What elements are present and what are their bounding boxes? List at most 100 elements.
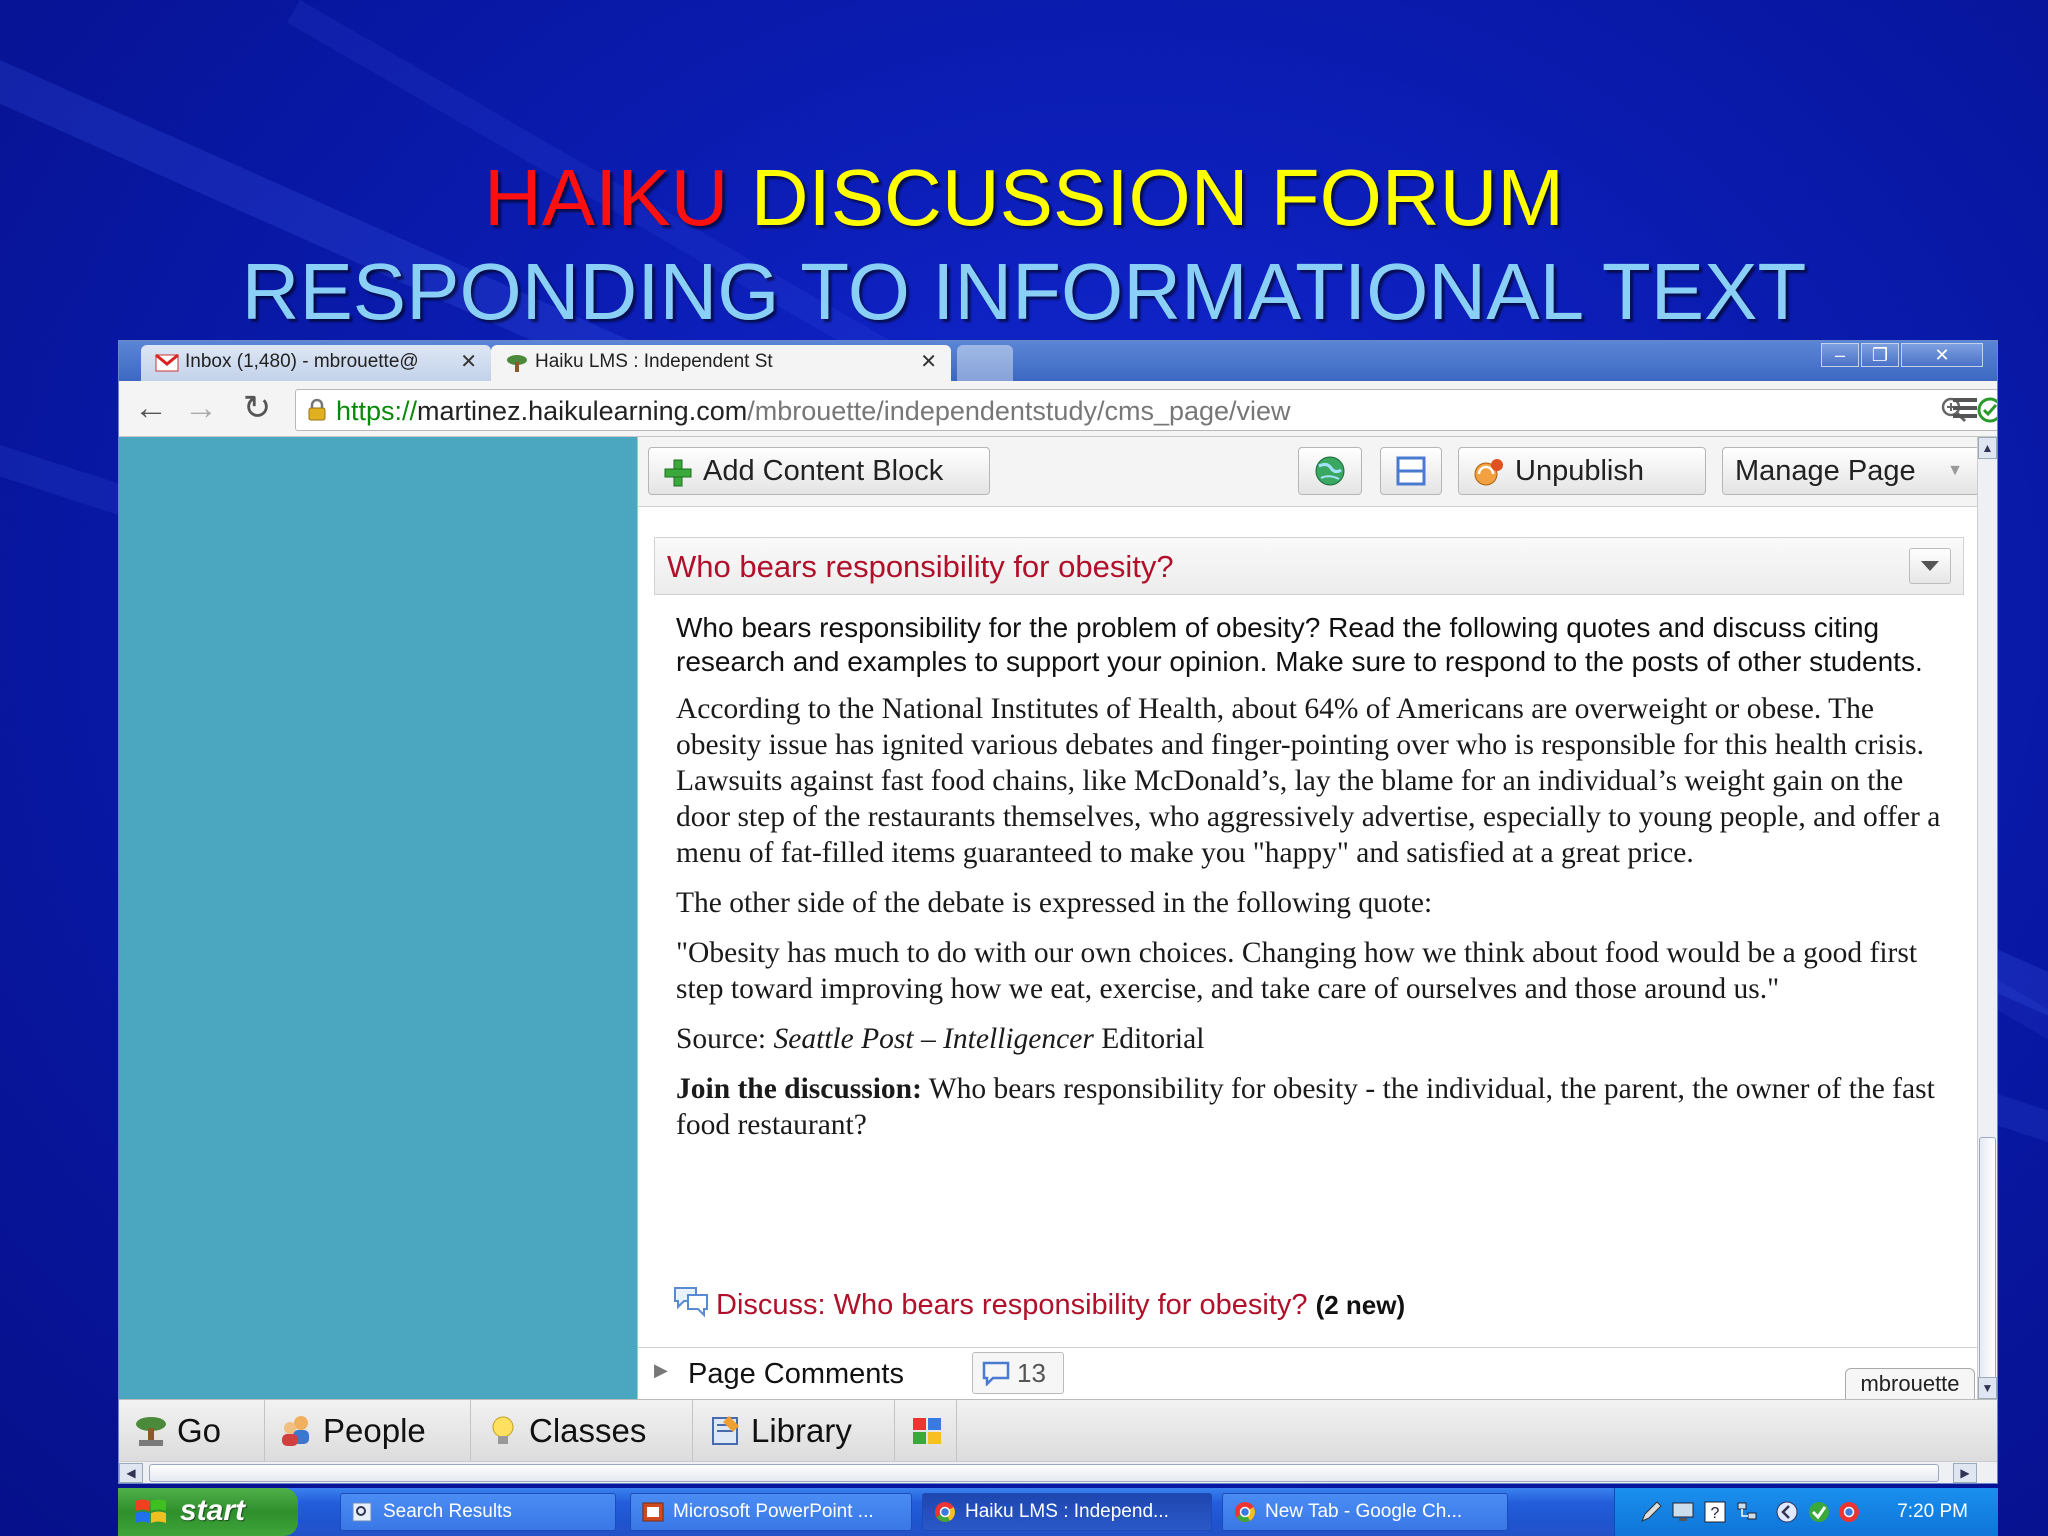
paragraph: According to the National Institutes of …: [676, 693, 1941, 869]
horizontal-scrollbar[interactable]: ◀ ▶: [119, 1461, 1997, 1483]
nav-classes[interactable]: Classes: [471, 1400, 693, 1462]
content-block-header: Who bears responsibility for obesity?: [654, 537, 1964, 595]
menu-icon[interactable]: [1951, 395, 1979, 421]
add-content-block-button[interactable]: Add Content Block: [648, 447, 990, 495]
close-icon[interactable]: ✕: [920, 345, 937, 379]
close-icon[interactable]: ✕: [460, 345, 477, 379]
new-count: (2 new): [1315, 1290, 1406, 1320]
library-book-icon: [712, 1416, 739, 1445]
nav-people[interactable]: People: [265, 1400, 471, 1462]
gmail-icon: [155, 353, 179, 372]
page-viewport: Add Content Block Unpublish Manage Page …: [119, 437, 1979, 1399]
block-title: Who bears responsibility for obesity?: [667, 549, 1174, 584]
chrome-icon: [935, 1502, 955, 1522]
tab-label: Haiku LMS : Independent St: [535, 351, 773, 372]
plus-icon: [664, 459, 692, 487]
user-badge[interactable]: mbrouette: [1845, 1368, 1975, 1399]
address-bar[interactable]: https://martinez.haikulearning.com/mbrou…: [295, 389, 1998, 431]
maximize-icon[interactable]: ❐: [1861, 343, 1899, 367]
discussion-link[interactable]: Discuss: Who bears responsibility for ob…: [674, 1287, 1406, 1323]
unpublish-button[interactable]: Unpublish: [1458, 447, 1706, 495]
taskbar-item-new-tab[interactable]: New Tab - Google Ch...: [1222, 1493, 1508, 1531]
scroll-left-icon[interactable]: ◀: [119, 1463, 143, 1483]
monitor-icon[interactable]: [1671, 1500, 1695, 1524]
tab-inbox[interactable]: Inbox (1,480) - mbrouette@ ✕: [141, 345, 491, 381]
join-discussion-text: Join the discussion: Who bears responsib…: [676, 1073, 1935, 1141]
globe-button[interactable]: [1298, 447, 1362, 495]
nav-library[interactable]: Library: [693, 1400, 895, 1462]
tab-strip: Inbox (1,480) - mbrouette@ ✕ Haiku LMS :…: [119, 341, 1997, 381]
clock: 7:20 PM: [1897, 1501, 1968, 1522]
page-comments-label[interactable]: Page Comments: [688, 1356, 904, 1392]
speech-bubbles-icon: [674, 1287, 708, 1318]
browser-window: Inbox (1,480) - mbrouette@ ✕ Haiku LMS :…: [118, 340, 1998, 1484]
windows-logo-icon: [136, 1499, 166, 1523]
layout-icon: [1396, 456, 1426, 486]
layout-button[interactable]: [1380, 447, 1442, 495]
app-status-icon[interactable]: [1807, 1500, 1831, 1524]
nav-go[interactable]: Go: [119, 1400, 265, 1462]
scroll-thumb[interactable]: [149, 1464, 1939, 1482]
bonsai-tree-icon: [136, 1417, 166, 1446]
windows-taskbar: start Search Results Microsoft PowerPoin…: [118, 1488, 1998, 1536]
chrome-tray-icon[interactable]: [1837, 1500, 1861, 1524]
reload-icon[interactable]: ↻: [237, 389, 277, 429]
manage-page-button[interactable]: Manage Page ▼: [1722, 447, 1979, 495]
taskbar-item-powerpoint[interactable]: Microsoft PowerPoint ...: [630, 1493, 912, 1531]
arrow-back-circle-icon[interactable]: [1775, 1500, 1799, 1524]
page-comments-bar: ▶ Page Comments 13 mbrouette: [638, 1347, 1979, 1399]
haiku-bottom-nav: Go People Classes Library: [119, 1399, 1997, 1462]
back-arrow-icon[interactable]: ←: [131, 389, 171, 429]
taskbar-item-haiku[interactable]: Haiku LMS : Independ...: [922, 1493, 1212, 1531]
svg-text:?: ?: [1711, 1505, 1720, 1522]
globe-icon: [1315, 456, 1345, 486]
comment-bubble-icon: [982, 1361, 1010, 1386]
url-text: https://martinez.haikulearning.com/mbrou…: [336, 396, 1291, 426]
intro-text: Who bears responsibility for the problem…: [676, 612, 1923, 677]
scroll-down-icon[interactable]: ▼: [1978, 1377, 1997, 1399]
scroll-thumb[interactable]: [1979, 1137, 1996, 1387]
title-discussion-forum: DISCUSSION FORUM: [750, 153, 1565, 242]
browser-toolbar: ← → ↻ https://martinez.haikulearning.com…: [119, 381, 1997, 437]
nav-google-apps[interactable]: [895, 1400, 957, 1462]
people-icon: [282, 1416, 309, 1446]
taskbar-item-search[interactable]: Search Results: [340, 1493, 616, 1531]
chevron-down-icon: [1921, 561, 1939, 571]
block-menu-button[interactable]: [1909, 548, 1951, 584]
main-content: Add Content Block Unpublish Manage Page …: [637, 437, 1979, 1399]
slide-title-line1: HAIKU DISCUSSION FORUM: [0, 152, 2048, 244]
page-toolbar: Add Content Block Unpublish Manage Page …: [638, 437, 1979, 507]
tab-label: Inbox (1,480) - mbrouette@: [185, 351, 419, 372]
close-window-icon[interactable]: ✕: [1901, 343, 1983, 367]
new-tab-button[interactable]: [957, 345, 1013, 381]
paragraph: The other side of the debate is expresse…: [676, 887, 1433, 919]
powerpoint-icon: [642, 1502, 664, 1522]
title-haiku: HAIKU: [483, 153, 729, 242]
lightbulb-icon: [492, 1416, 514, 1444]
tab-haiku-lms[interactable]: Haiku LMS : Independent St ✕: [491, 345, 951, 381]
scroll-up-icon[interactable]: ▲: [1978, 437, 1997, 459]
expand-triangle-icon[interactable]: ▶: [654, 1360, 668, 1381]
comments-count-badge[interactable]: 13: [972, 1352, 1064, 1394]
search-window-icon: [352, 1502, 372, 1522]
forward-arrow-icon[interactable]: →: [181, 389, 221, 429]
unpublish-icon: [1474, 459, 1503, 486]
left-sidebar: [119, 437, 637, 1399]
system-tray: ? 7:20 PM: [1614, 1488, 1998, 1536]
network-icon[interactable]: [1735, 1500, 1759, 1524]
content-block-body: Who bears responsibility for the problem…: [676, 611, 1956, 1157]
chevron-down-icon: ▼: [1947, 462, 1963, 479]
slide-title-line2: RESPONDING TO INFORMATIONAL TEXT: [241, 247, 1807, 336]
google-apps-icon: [913, 1418, 941, 1444]
chrome-icon: [1235, 1502, 1255, 1522]
vertical-scrollbar[interactable]: ▲ ▼: [1977, 437, 1997, 1399]
help-icon[interactable]: ?: [1703, 1500, 1727, 1524]
scroll-right-icon[interactable]: ▶: [1953, 1463, 1977, 1483]
source-line: Source: Seattle Post – Intelligencer Edi…: [676, 1023, 1205, 1055]
minimize-icon[interactable]: –: [1821, 343, 1859, 367]
check-icon[interactable]: [1976, 396, 1998, 424]
quote: "Obesity has much to do with our own cho…: [676, 937, 1918, 1005]
lock-icon: [308, 398, 326, 421]
start-button[interactable]: start: [118, 1488, 298, 1536]
pen-tool-icon[interactable]: [1639, 1500, 1663, 1524]
